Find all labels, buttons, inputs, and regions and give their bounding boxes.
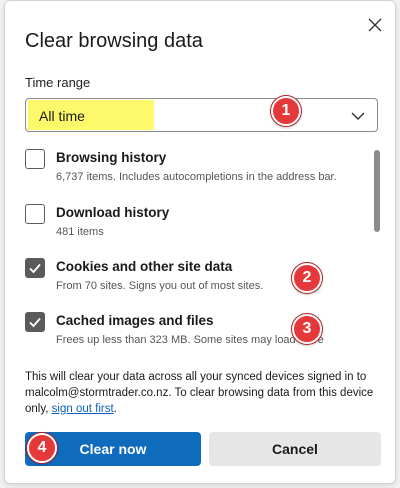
time-range-value: All time	[39, 108, 85, 124]
dialog-title: Clear browsing data	[25, 30, 203, 52]
item-subtitle: 481 items	[56, 226, 104, 238]
time-range-select[interactable]: All time	[25, 98, 378, 132]
annotation-badge-1: 1	[271, 96, 301, 126]
checkmark-icon	[29, 263, 41, 274]
clear-browsing-data-dialog: Clear browsing data Time range All time …	[4, 0, 396, 484]
time-range-label: Time range	[25, 75, 91, 90]
close-button[interactable]	[365, 15, 385, 35]
info-suffix: .	[113, 403, 117, 415]
item-subtitle: 6,737 items. Includes autocompletions in…	[56, 171, 337, 183]
chevron-down-icon	[351, 112, 365, 120]
cancel-button[interactable]: Cancel	[209, 432, 381, 466]
cookies-checkbox[interactable]	[25, 258, 45, 278]
item-subtitle: From 70 sites. Signs you out of most sit…	[56, 280, 264, 292]
item-title: Cookies and other site data	[56, 259, 233, 274]
item-title: Download history	[56, 205, 170, 220]
sync-info-text: This will clear your data across all you…	[25, 369, 385, 417]
download-history-checkbox[interactable]	[25, 204, 45, 224]
sign-out-link[interactable]: sign out first	[52, 403, 114, 415]
annotation-badge-3: 3	[292, 314, 322, 344]
browsing-history-checkbox[interactable]	[25, 149, 45, 169]
item-title: Cached images and files	[56, 313, 214, 328]
cached-images-checkbox[interactable]	[25, 312, 45, 332]
item-subtitle: Frees up less than 323 MB. Some sites ma…	[56, 334, 324, 346]
annotation-badge-2: 2	[292, 263, 322, 293]
item-title: Browsing history	[56, 150, 167, 165]
close-icon[interactable]	[368, 18, 382, 32]
annotation-badge-4: 4	[27, 433, 57, 463]
checkmark-icon	[29, 317, 41, 328]
list-scrollbar[interactable]	[374, 150, 380, 232]
